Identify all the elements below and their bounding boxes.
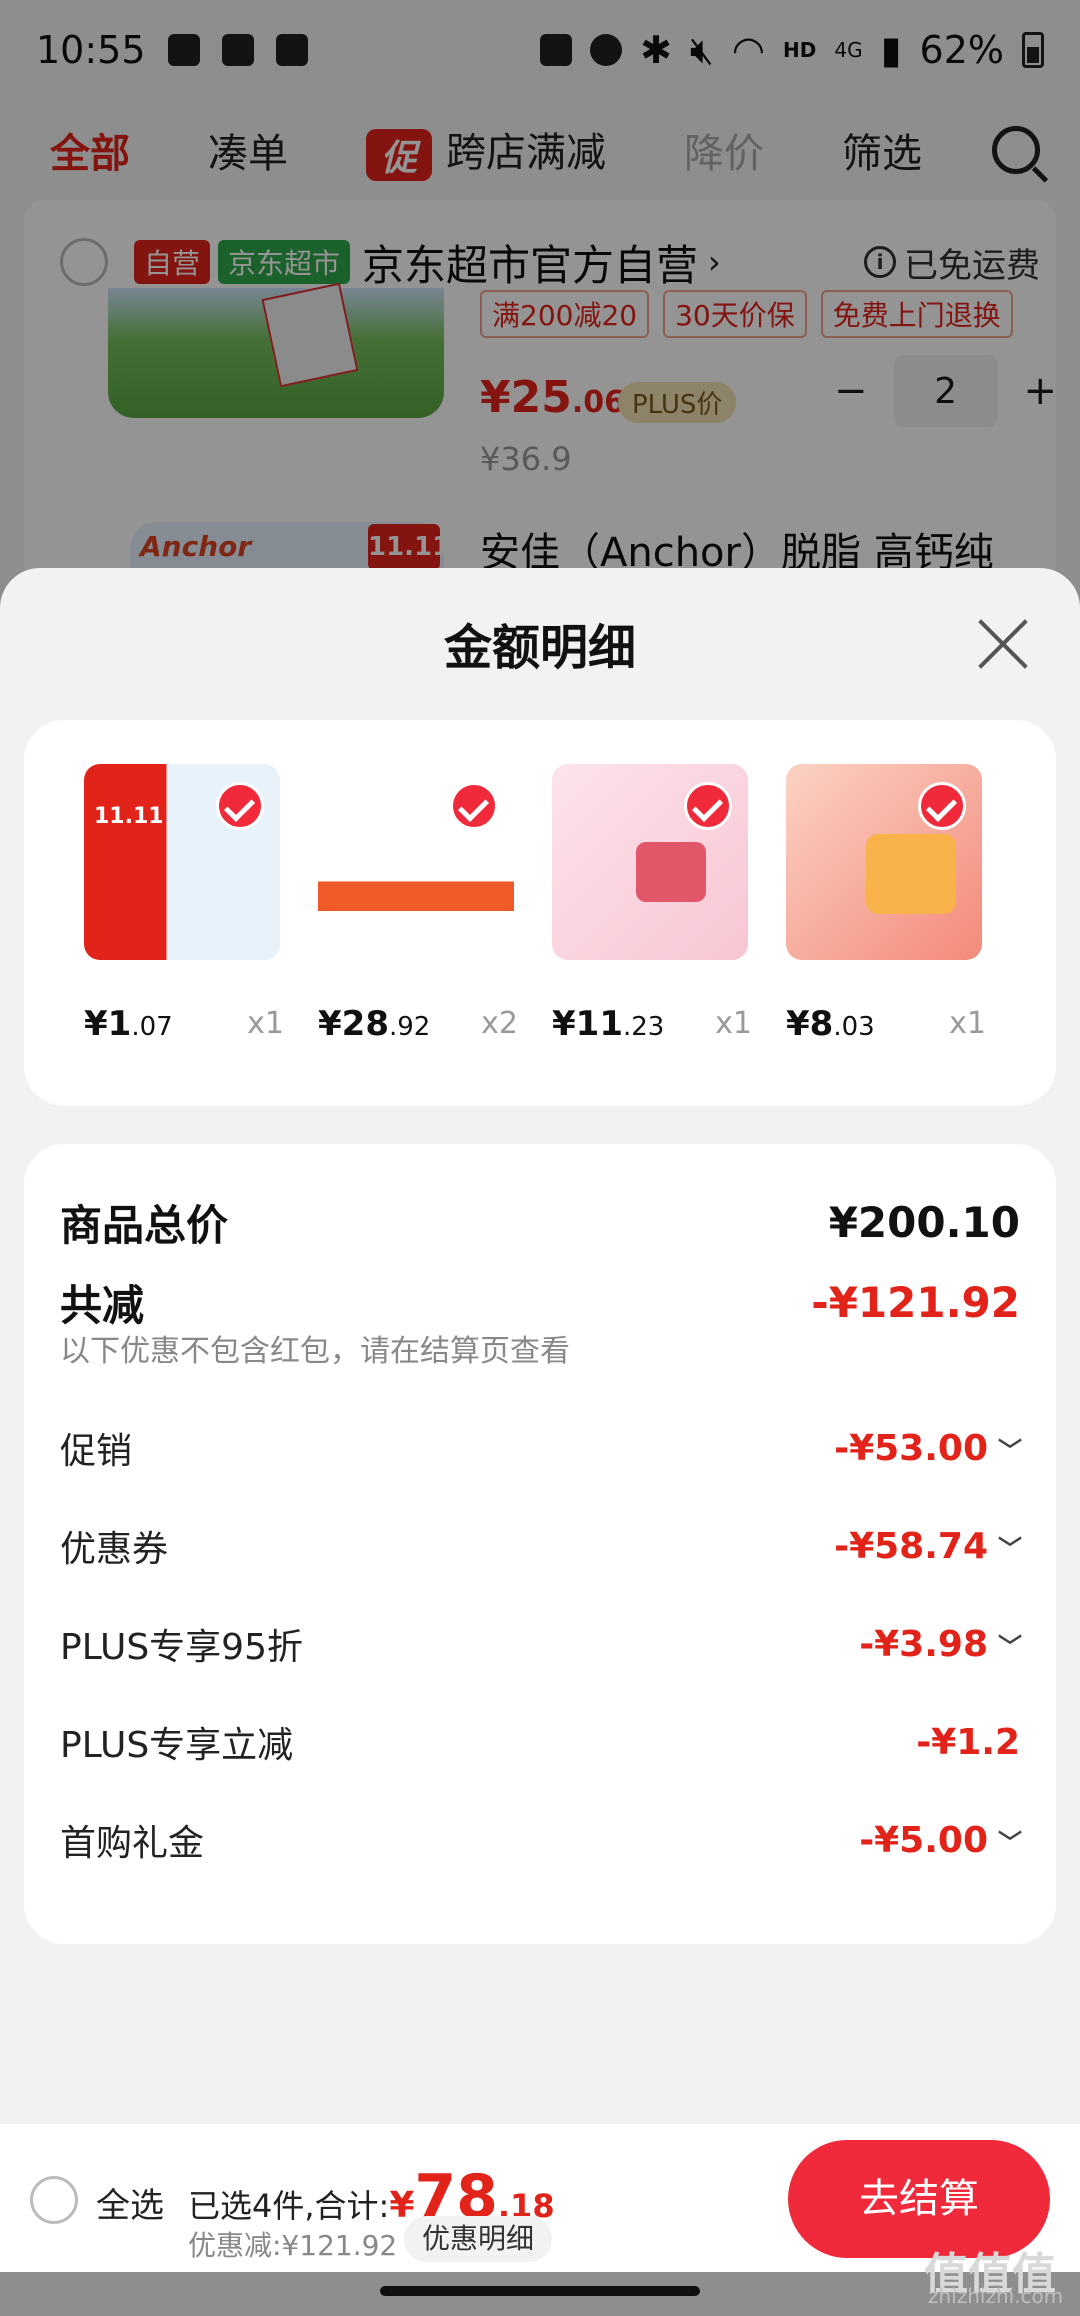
price-decimal: .03: [833, 1012, 875, 1042]
discount-amount: -¥1.2: [916, 1721, 1020, 1763]
thumbnail-product-shape: [866, 834, 956, 914]
total-price-label: 商品总价: [60, 1201, 229, 1250]
discount-amount: -¥58.74: [834, 1525, 988, 1567]
total-discount-value: -¥121.92: [811, 1278, 1020, 1327]
amount-detail-sheet: 金额明细 11.11 ¥1.07 x1 ¥28.92 x2 ¥11.23 x1 …: [0, 568, 1080, 2248]
discount-row-plus-95[interactable]: PLUS专享95折 -¥3.98 ﹀: [60, 1618, 1022, 1670]
price-decimal: .23: [622, 1012, 665, 1042]
total-price-value: ¥200.10: [828, 1198, 1020, 1247]
discount-label: PLUS专享95折: [60, 1627, 303, 1668]
selected-check-icon: [918, 782, 966, 830]
sheet-title: 金额明细: [443, 620, 636, 676]
chevron-down-icon: ﹀: [998, 1828, 1022, 1857]
select-all-label[interactable]: 全选: [96, 2178, 164, 2227]
amount-breakdown-card: 商品总价 ¥200.10 共减 -¥121.92 以下优惠不包含红包，请在结算页…: [24, 1144, 1056, 1944]
product-thumbnail: [318, 764, 514, 960]
discount-row-plus-instant: PLUS专享立减 -¥1.2: [60, 1716, 1020, 1768]
total-price-row: 商品总价 ¥200.10: [60, 1192, 1020, 1253]
product-price: ¥28.92: [318, 1004, 430, 1044]
product-thumbnail: [786, 764, 982, 960]
order-total-prefix: 已选4件,合计:: [188, 2187, 390, 2225]
chevron-down-icon: ﹀: [998, 1436, 1022, 1465]
select-all-radio[interactable]: [30, 2176, 78, 2224]
price-integer: ¥1: [84, 1004, 132, 1044]
price-decimal: .07: [131, 1012, 173, 1042]
close-icon[interactable]: [974, 616, 1030, 672]
product-quantity: x2: [481, 1006, 518, 1041]
product-quantity: x1: [949, 1006, 986, 1041]
price-integer: ¥11: [552, 1004, 623, 1044]
discount-row-first-purchase[interactable]: 首购礼金 -¥5.00 ﹀: [60, 1814, 1022, 1866]
selected-check-icon: [684, 782, 732, 830]
home-indicator[interactable]: [380, 2286, 700, 2296]
discount-amount: -¥53.00: [834, 1427, 988, 1469]
discount-label: PLUS专享立减: [60, 1725, 294, 1766]
thumbnail-product-shape: [636, 842, 706, 902]
thumbnail-logo-mark: 11.11: [94, 804, 164, 829]
discount-value: -¥58.74 ﹀: [834, 1525, 1022, 1567]
discount-label: 优惠券: [60, 1529, 169, 1570]
product-price: ¥1.07: [84, 1004, 173, 1044]
selected-check-icon: [450, 782, 498, 830]
product-price: ¥11.23: [552, 1004, 664, 1044]
product-thumbnail: [552, 764, 748, 960]
discount-label: 首购礼金: [60, 1823, 205, 1864]
total-discount-label: 共减: [60, 1281, 145, 1330]
total-discount-row: 共减 -¥121.92: [60, 1272, 1020, 1333]
selected-products-card: 11.11 ¥1.07 x1 ¥28.92 x2 ¥11.23 x1 ¥8.03…: [24, 720, 1056, 1106]
order-total-currency: ¥: [389, 2185, 415, 2226]
discount-row-coupon[interactable]: 优惠券 -¥58.74 ﹀: [60, 1520, 1022, 1572]
selected-check-icon: [216, 782, 264, 830]
product-price: ¥8.03: [786, 1004, 875, 1044]
product-quantity: x1: [715, 1006, 752, 1041]
selected-product[interactable]: ¥8.03 x1: [786, 764, 986, 1044]
discount-row-promotion[interactable]: 促销 -¥53.00 ﹀: [60, 1422, 1022, 1474]
price-integer: ¥8: [786, 1004, 834, 1044]
discount-label: 促销: [60, 1431, 133, 1472]
discount-amount: -¥5.00: [859, 1819, 988, 1861]
chevron-down-icon: ﹀: [998, 1534, 1022, 1563]
selected-product[interactable]: ¥11.23 x1: [552, 764, 752, 1044]
discount-detail-button[interactable]: 优惠明细: [404, 2216, 553, 2262]
product-thumbnail: 11.11: [84, 764, 280, 960]
discount-value: -¥5.00 ﹀: [859, 1819, 1022, 1861]
discount-amount: -¥3.98: [859, 1623, 988, 1665]
chevron-down-icon: ﹀: [998, 1632, 1022, 1661]
checkout-bar: 全选 已选4件,合计: ¥ 78 .18 优惠减:¥121.92 优惠明细 去结…: [0, 2124, 1080, 2272]
selected-product[interactable]: 11.11 ¥1.07 x1: [84, 764, 284, 1044]
price-decimal: .92: [388, 1012, 431, 1042]
discount-value: -¥53.00 ﹀: [834, 1427, 1022, 1469]
discount-summary: 优惠减:¥121.92: [188, 2229, 398, 2262]
selected-product[interactable]: ¥28.92 x2: [318, 764, 518, 1044]
product-quantity: x1: [247, 1006, 284, 1041]
discount-value: -¥1.2: [916, 1722, 1020, 1763]
discount-hint: 以下优惠不包含红包，请在结算页查看: [60, 1334, 570, 1369]
price-integer: ¥28: [318, 1004, 389, 1044]
watermark-url: zhizhizhi.com: [928, 2284, 1064, 2308]
discount-value: -¥3.98 ﹀: [859, 1623, 1022, 1665]
